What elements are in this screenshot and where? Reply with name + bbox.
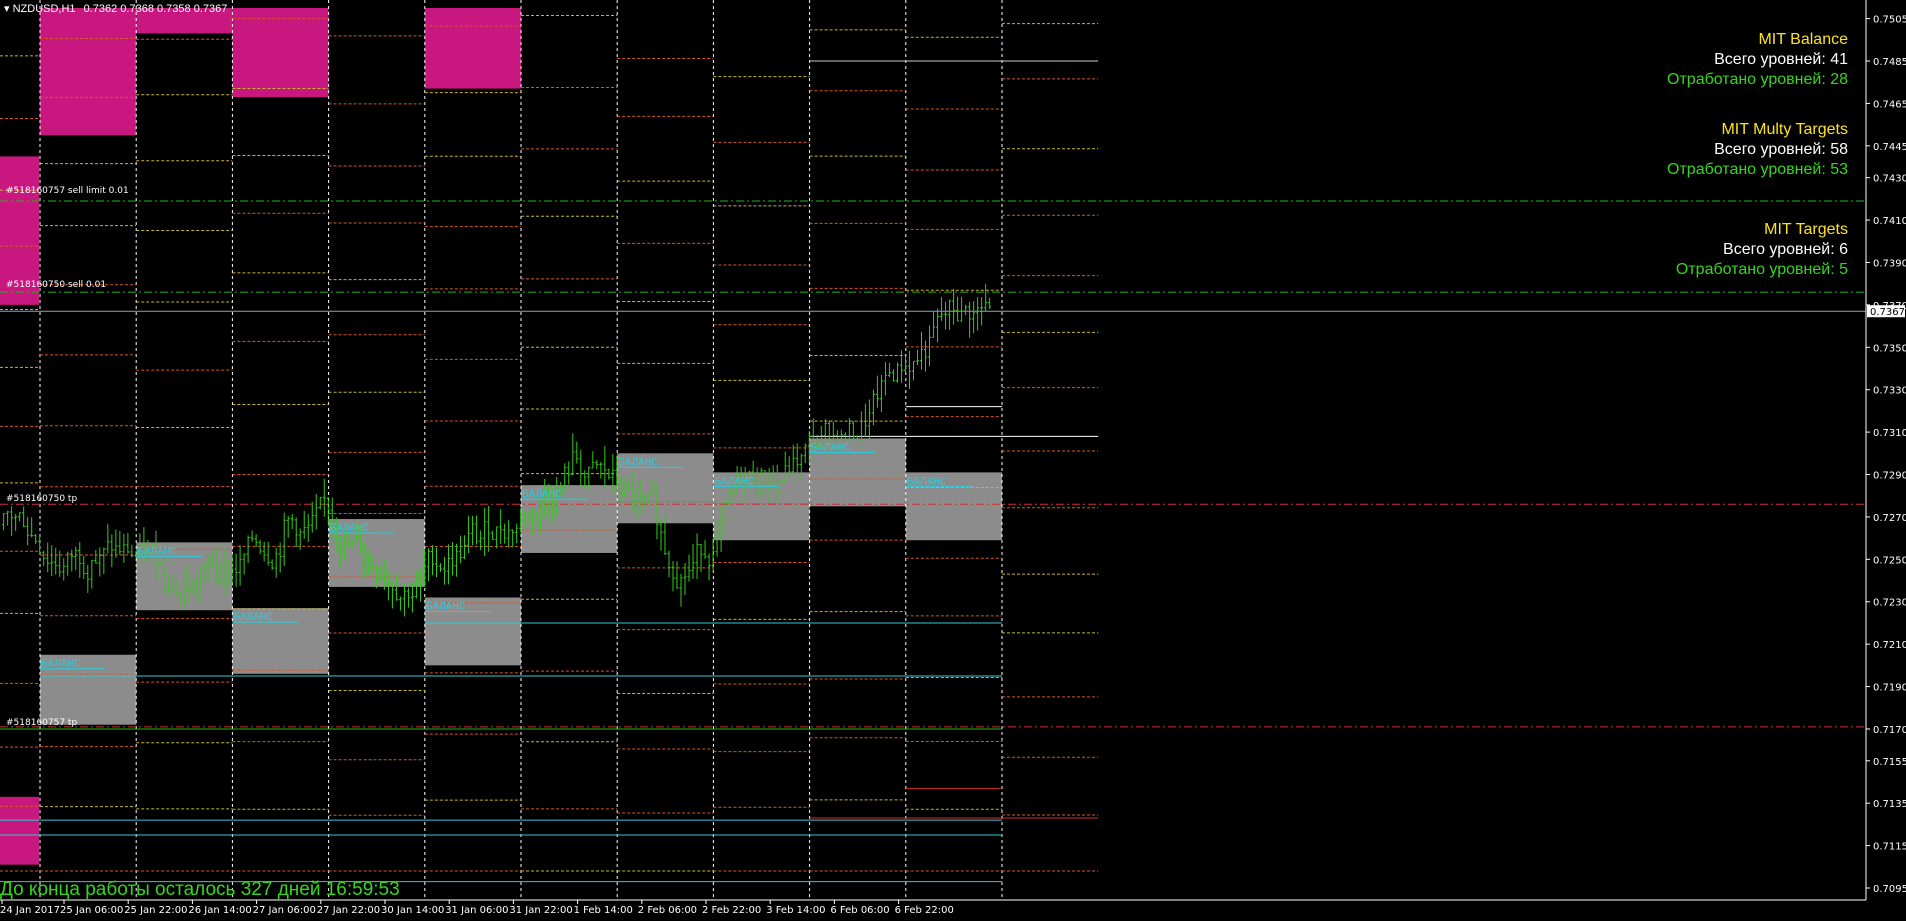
price-tick-label: 0.7465	[1873, 99, 1906, 110]
time-tick-label: 27 Jan 06:00	[253, 905, 316, 916]
time-tick-label: 27 Jan 22:00	[317, 905, 380, 916]
price-tick-label: 0.7410	[1873, 216, 1906, 227]
order-label-sell[interactable]: #518160750 sell 0.01	[6, 280, 106, 290]
time-tick-label: 2 Feb 06:00	[638, 905, 697, 916]
price-tick-label: 0.7155	[1873, 757, 1906, 768]
price-tick-label: 0.7350	[1873, 343, 1906, 354]
panel-done: Отработано уровней: 53	[1667, 161, 1848, 178]
price-axis-bg	[1866, 0, 1906, 921]
sell-zone	[0, 796, 39, 865]
panel-title: MIT Balance	[1758, 31, 1848, 48]
panel-total: Всего уровней: 6	[1723, 241, 1848, 258]
symbol-name: NZDUSD,H1	[12, 3, 76, 15]
panel-title: MIT Multy Targets	[1721, 121, 1848, 138]
panel-title: MIT Targets	[1764, 221, 1848, 238]
time-tick-label: 3 Feb 14:00	[766, 905, 825, 916]
order-label-tp-2[interactable]: #518160757 tp	[6, 718, 77, 728]
price-tick-label: 0.7390	[1873, 258, 1906, 269]
price-chart[interactable]: БАЛАНСБАЛАНСБАЛАНСБАЛАНСБАЛАНСБАЛАНСБАЛА…	[0, 0, 1906, 921]
price-tick-label: 0.7210	[1873, 640, 1906, 651]
time-tick-label: 24 Jan 2017	[0, 905, 60, 916]
time-tick-label: 31 Jan 06:00	[445, 905, 508, 916]
price-tick-label: 0.7505	[1873, 15, 1906, 26]
price-tick-label: 0.7170	[1873, 725, 1906, 736]
price-tick-label: 0.7250	[1873, 555, 1906, 566]
time-tick-label: 1 Feb 14:00	[574, 905, 633, 916]
price-tick-label: 0.7310	[1873, 428, 1906, 439]
time-tick-label: 25 Jan 06:00	[60, 905, 123, 916]
price-tick-label: 0.7485	[1873, 57, 1906, 68]
time-tick-label: 2 Feb 22:00	[702, 905, 761, 916]
sell-zone	[424, 8, 521, 89]
price-tick-label: 0.7430	[1873, 174, 1906, 185]
time-tick-label: 6 Feb 22:00	[895, 905, 954, 916]
time-tick-label: 31 Jan 22:00	[509, 905, 572, 916]
price-tick-label: 0.7190	[1873, 683, 1906, 694]
ohlc-values: 0.7362 0.7368 0.7358 0.7367	[83, 3, 228, 15]
order-label-sell-limit[interactable]: #518160757 sell limit 0.01	[6, 186, 129, 196]
price-tick-label: 0.7095	[1873, 884, 1906, 895]
panel-done: Отработано уровней: 5	[1675, 261, 1848, 278]
panel-total: Всего уровней: 41	[1714, 51, 1848, 68]
price-tick-label: 0.7115	[1873, 842, 1906, 853]
countdown-timer: До конца работы осталось 327 дней 16:59:…	[0, 879, 400, 900]
current-price-tag-label: 0.7367	[1870, 307, 1905, 318]
price-tick-label: 0.7135	[1873, 799, 1906, 810]
time-tick-label: 30 Jan 14:00	[381, 905, 444, 916]
time-tick-label: 25 Jan 22:00	[124, 905, 187, 916]
sell-zone	[232, 8, 329, 98]
price-tick-label: 0.7330	[1873, 386, 1906, 397]
price-tick-label: 0.7445	[1873, 142, 1906, 153]
panel-total: Всего уровней: 58	[1714, 141, 1848, 158]
symbol-header: ▾ NZDUSD,H1 0.7362 0.7368 0.7358 0.7367	[4, 2, 227, 15]
dropdown-triangle-icon[interactable]: ▾	[4, 3, 10, 15]
price-tick-label: 0.7290	[1873, 471, 1906, 482]
panel-mit-targets: MIT Targets Всего уровней: 6 Отработано …	[1676, 220, 1848, 280]
price-tick-label: 0.7270	[1873, 513, 1906, 524]
price-tick-label: 0.7230	[1873, 598, 1906, 609]
sell-zone	[40, 8, 137, 136]
order-label-tp-1[interactable]: #518160750 tp	[6, 494, 77, 504]
panel-mit-balance: MIT Balance Всего уровней: 41 Отработано…	[1667, 30, 1848, 90]
time-tick-label: 26 Jan 14:00	[188, 905, 251, 916]
time-tick-label: 6 Feb 06:00	[830, 905, 889, 916]
panel-mit-multy-targets: MIT Multy Targets Всего уровней: 58 Отра…	[1667, 120, 1848, 180]
panel-done: Отработано уровней: 28	[1667, 71, 1848, 88]
